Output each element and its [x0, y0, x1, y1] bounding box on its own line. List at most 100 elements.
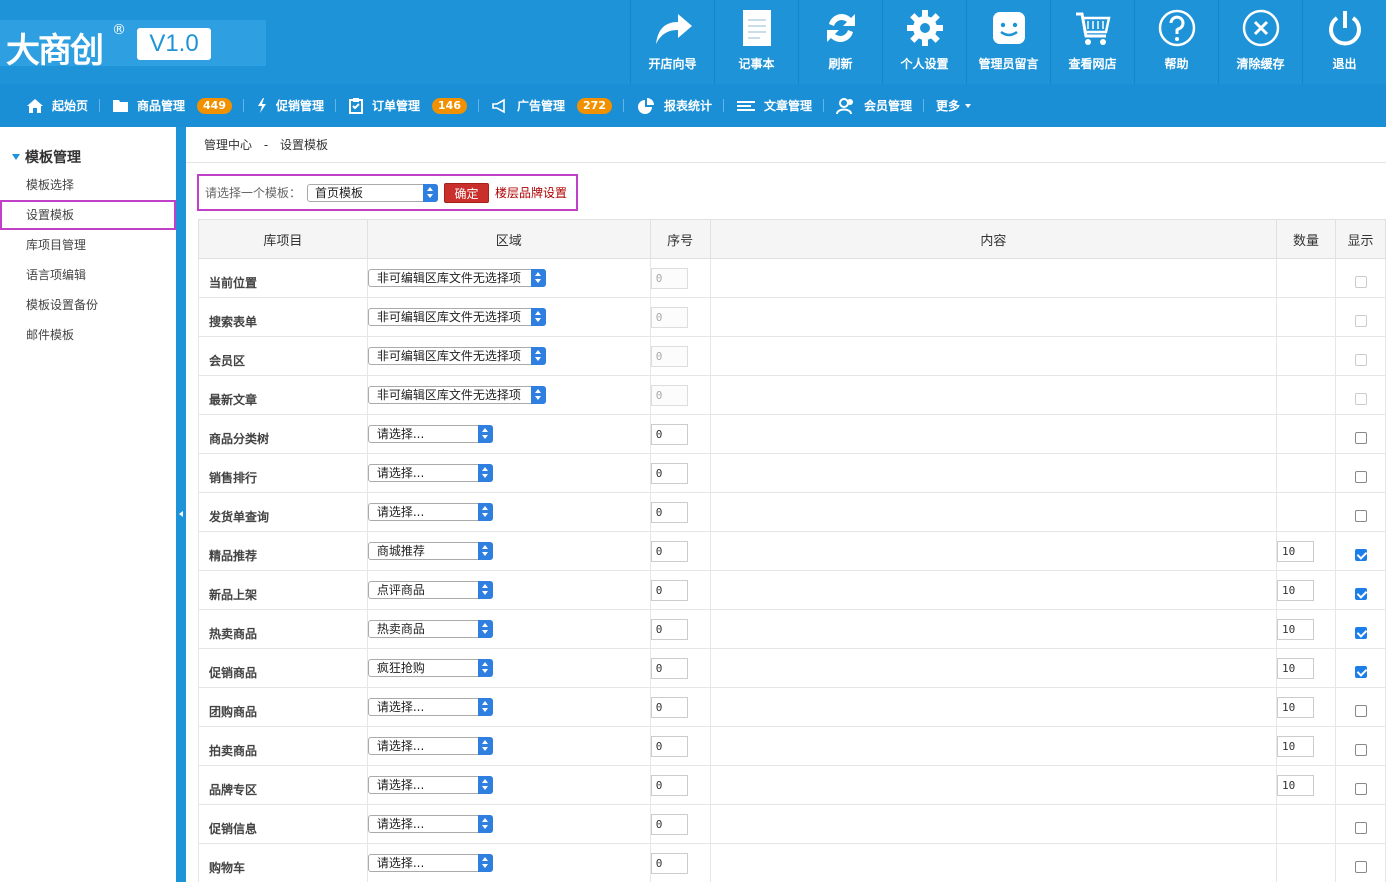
order-input[interactable] [650, 618, 688, 640]
show-checkbox[interactable] [1354, 471, 1367, 483]
confirm-button[interactable]: 确定 [444, 182, 490, 203]
quantity-input[interactable] [1277, 540, 1315, 562]
area-select-value: 非可编辑区库文件无选择项 [376, 349, 521, 363]
order-input[interactable] [650, 813, 688, 835]
template-select[interactable]: 首页模板 [307, 183, 439, 202]
area-select[interactable]: 请选择... [367, 737, 493, 755]
collapse-arrow-icon [179, 511, 183, 517]
show-checkbox[interactable] [1354, 627, 1367, 639]
tool-refresh[interactable]: 刷新 [798, 0, 882, 84]
order-input[interactable] [650, 735, 688, 757]
area-select-value: 热卖商品 [376, 622, 425, 636]
show-checkbox[interactable] [1354, 861, 1367, 873]
table-row: 商品分类树 请选择... [198, 414, 1386, 454]
tool-help[interactable]: 帮助 [1134, 0, 1218, 84]
order-input[interactable] [650, 423, 688, 445]
sidebar-section-title[interactable]: 模板管理 [12, 147, 81, 167]
show-checkbox[interactable] [1354, 744, 1367, 756]
nav-orders[interactable]: 订单管理 146 [348, 84, 479, 127]
nav-more[interactable]: 更多 [936, 84, 983, 127]
nav-home[interactable]: 起始页 [26, 84, 101, 127]
show-checkbox[interactable] [1354, 666, 1367, 678]
show-checkbox[interactable] [1354, 510, 1367, 522]
order-input[interactable] [650, 462, 688, 484]
order-input[interactable] [650, 540, 688, 562]
sidebar-item-set-template[interactable]: 设置模板 [0, 200, 176, 230]
quantity-input[interactable] [1277, 735, 1315, 757]
area-select[interactable]: 请选择... [367, 854, 493, 872]
show-checkbox[interactable] [1354, 783, 1367, 795]
tool-logout[interactable]: 退出 [1302, 0, 1386, 84]
show-checkbox[interactable] [1354, 588, 1367, 600]
users-icon [836, 97, 854, 114]
area-select[interactable]: 疯狂抢购 [367, 659, 493, 677]
order-input[interactable] [650, 696, 688, 718]
area-select[interactable]: 商城推荐 [367, 542, 493, 560]
show-checkbox[interactable] [1354, 432, 1367, 444]
breadcrumb-root[interactable]: 管理中心 [204, 138, 252, 152]
sidebar-collapse-handle[interactable] [176, 127, 186, 882]
nav-goods[interactable]: 商品管理 449 [112, 84, 244, 127]
area-select[interactable]: 非可编辑区库文件无选择项 [367, 269, 546, 287]
area-select[interactable]: 非可编辑区库文件无选择项 [367, 386, 546, 404]
ads-count-badge: 272 [577, 97, 612, 114]
area-select[interactable]: 请选择... [367, 776, 493, 794]
order-cell [649, 258, 711, 298]
area-select[interactable]: 点评商品 [367, 581, 493, 599]
select-arrows-icon [423, 183, 439, 202]
order-cell [649, 687, 711, 727]
quantity-cell [1276, 648, 1336, 688]
power-icon [1328, 11, 1361, 46]
select-arrows-icon [477, 815, 493, 833]
order-input[interactable] [650, 657, 688, 679]
tool-personal-settings[interactable]: 个人设置 [882, 0, 966, 84]
sidebar-item-mail-template[interactable]: 邮件模板 [0, 320, 176, 350]
tool-view-store[interactable]: 查看网店 [1050, 0, 1134, 84]
sidebar-item-template-backup[interactable]: 模板设置备份 [0, 290, 176, 320]
quantity-input[interactable] [1277, 657, 1315, 679]
area-select[interactable]: 请选择... [367, 464, 493, 482]
library-item-label: 拍卖商品 [209, 743, 258, 758]
area-select[interactable]: 请选择... [367, 503, 493, 521]
nav-articles[interactable]: 文章管理 [736, 84, 825, 127]
quantity-input[interactable] [1277, 579, 1315, 601]
orders-count-badge: 146 [432, 97, 467, 114]
order-input[interactable] [650, 579, 688, 601]
area-select[interactable]: 热卖商品 [367, 620, 493, 638]
sidebar-item-library-manage[interactable]: 库项目管理 [0, 230, 176, 260]
library-item-label: 品牌专区 [209, 782, 258, 797]
area-select[interactable]: 请选择... [367, 815, 493, 833]
nav-promotion[interactable]: 促销管理 [256, 84, 337, 127]
show-checkbox[interactable] [1354, 822, 1367, 834]
quantity-input[interactable] [1277, 696, 1315, 718]
show-checkbox[interactable] [1354, 705, 1367, 717]
tool-setup-wizard[interactable]: 开店向导 [630, 0, 714, 84]
order-input[interactable] [650, 774, 688, 796]
nav-reports[interactable]: 报表统计 [636, 84, 725, 127]
library-item-name: 热卖商品 [198, 609, 368, 649]
tool-admin-message[interactable]: 管理员留言 [966, 0, 1050, 84]
quantity-input[interactable] [1277, 618, 1315, 640]
area-select[interactable]: 请选择... [367, 698, 493, 716]
tool-clear-cache[interactable]: 清除缓存 [1218, 0, 1302, 84]
library-item-label: 促销信息 [209, 821, 258, 836]
floor-brand-settings-link[interactable]: 楼层品牌设置 [495, 184, 567, 201]
area-select[interactable]: 请选择... [367, 425, 493, 443]
area-cell: 请选择... [366, 765, 651, 805]
tool-notepad[interactable]: 记事本 [714, 0, 798, 84]
order-input[interactable] [650, 501, 688, 523]
sidebar-item-language-edit[interactable]: 语言项编辑 [0, 260, 176, 290]
sidebar-item-template-select[interactable]: 模板选择 [0, 170, 176, 200]
select-arrows-icon [477, 425, 493, 443]
nav-members[interactable]: 会员管理 [836, 84, 925, 127]
area-select[interactable]: 非可编辑区库文件无选择项 [367, 308, 546, 326]
order-input[interactable] [650, 852, 688, 874]
logo[interactable]: 大商创 ® V1.0 [0, 20, 266, 71]
table-row: 销售排行 请选择... [198, 453, 1386, 493]
area-select[interactable]: 非可编辑区库文件无选择项 [367, 347, 546, 365]
table-row: 促销信息 请选择... [198, 804, 1386, 844]
quantity-input[interactable] [1277, 774, 1315, 796]
col-header-quantity: 数量 [1276, 219, 1336, 259]
show-checkbox[interactable] [1354, 549, 1367, 561]
nav-ads[interactable]: 广告管理 272 [491, 84, 624, 127]
